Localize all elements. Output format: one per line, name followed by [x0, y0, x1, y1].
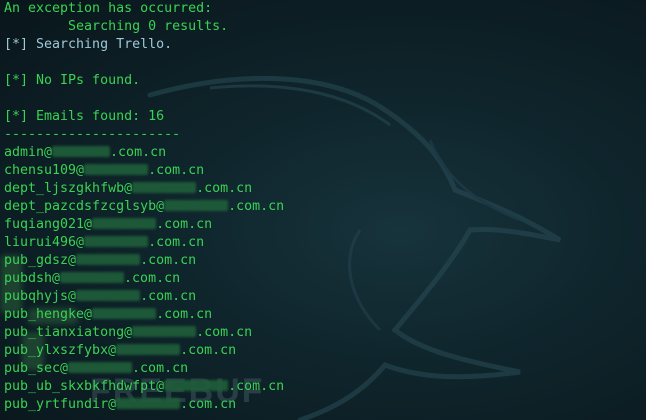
email-local-part: liurui496@: [4, 235, 85, 250]
email-row: pubdsh@ .com.cn: [4, 270, 284, 288]
email-tld: .com.cn: [156, 217, 213, 232]
email-tld: .com.cn: [228, 199, 285, 214]
email-local-part: pub_ub_skxbkfhdwfpt@: [4, 379, 165, 394]
email-row: pubqhyjs@ .com.cn: [4, 288, 284, 306]
terminal-line: ----------------------: [4, 127, 181, 142]
redacted-domain: [92, 308, 157, 319]
email-local-part: chensu109@: [4, 163, 85, 178]
email-row: pub_sec@ .com.cn: [4, 360, 284, 378]
redacted-domain: [116, 344, 181, 355]
email-tld: .com.cn: [148, 163, 205, 178]
email-local-part: pubdsh@: [4, 271, 61, 286]
redacted-domain: [116, 398, 181, 409]
email-local-part: pub_sec@: [4, 361, 69, 376]
email-local-part: pub_ylxszfybx@: [4, 343, 117, 358]
email-row: admin@ .com.cn: [4, 144, 284, 162]
email-local-part: dept_ljszgkhfwb@: [4, 181, 133, 196]
email-row: pub_gdsz@ .com.cn: [4, 252, 284, 270]
terminal-output: An exception has occurred: Searching 0 r…: [4, 0, 284, 414]
email-local-part: admin@: [4, 145, 53, 160]
redacted-domain: [76, 290, 141, 301]
terminal-line: An exception has occurred:: [4, 1, 213, 16]
email-row: liurui496@ .com.cn: [4, 234, 284, 252]
email-local-part: pub_tianxiatong@: [4, 325, 133, 340]
email-row: pub_ylxszfybx@ .com.cn: [4, 342, 284, 360]
email-tld: .com.cn: [196, 181, 253, 196]
redacted-domain: [84, 164, 149, 175]
redacted-domain: [164, 380, 229, 391]
terminal-line: Searching 0 results.: [4, 19, 229, 34]
email-tld: .com.cn: [148, 235, 205, 250]
email-tld: .com.cn: [180, 343, 237, 358]
email-row: dept_ljszgkhfwb@ .com.cn: [4, 180, 284, 198]
terminal-line: [*] Emails found: 16: [4, 109, 165, 124]
email-local-part: pub_hengke@: [4, 307, 93, 322]
email-tld: .com.cn: [124, 271, 181, 286]
redacted-domain: [132, 182, 197, 193]
email-tld: .com.cn: [140, 253, 197, 268]
redacted-domain: [84, 236, 149, 247]
email-tld: .com.cn: [140, 289, 197, 304]
terminal-line: [*] No IPs found.: [4, 73, 141, 88]
email-tld: .com.cn: [196, 325, 253, 340]
email-tld: .com.cn: [132, 361, 189, 376]
redacted-domain: [76, 254, 141, 265]
redacted-domain: [92, 218, 157, 229]
redacted-domain: [68, 362, 133, 373]
email-local-part: dept_pazcdsfzcglsyb@: [4, 199, 165, 214]
email-row: pub_hengke@ .com.cn: [4, 306, 284, 324]
email-local-part: fuqiang021@: [4, 217, 93, 232]
email-local-part: pubqhyjs@: [4, 289, 77, 304]
email-local-part: pub_yrtfundir@: [4, 397, 117, 412]
email-row: pub_tianxiatong@ .com.cn: [4, 324, 284, 342]
email-row: pub_ub_skxbkfhdwfpt@ .com.cn: [4, 378, 284, 396]
email-tld: .com.cn: [228, 379, 285, 394]
redacted-domain: [60, 272, 125, 283]
terminal-line: [*] Searching Trello.: [4, 37, 173, 52]
email-row: fuqiang021@ .com.cn: [4, 216, 284, 234]
email-row: pub_yrtfundir@ .com.cn: [4, 396, 284, 414]
email-tld: .com.cn: [156, 307, 213, 322]
redacted-domain: [52, 146, 111, 157]
redacted-domain: [132, 326, 197, 337]
email-local-part: pub_gdsz@: [4, 253, 77, 268]
email-row: chensu109@ .com.cn: [4, 162, 284, 180]
email-row: dept_pazcdsfzcglsyb@ .com.cn: [4, 198, 284, 216]
redacted-domain: [164, 200, 229, 211]
email-tld: .com.cn: [180, 397, 237, 412]
email-tld: .com.cn: [110, 145, 167, 160]
